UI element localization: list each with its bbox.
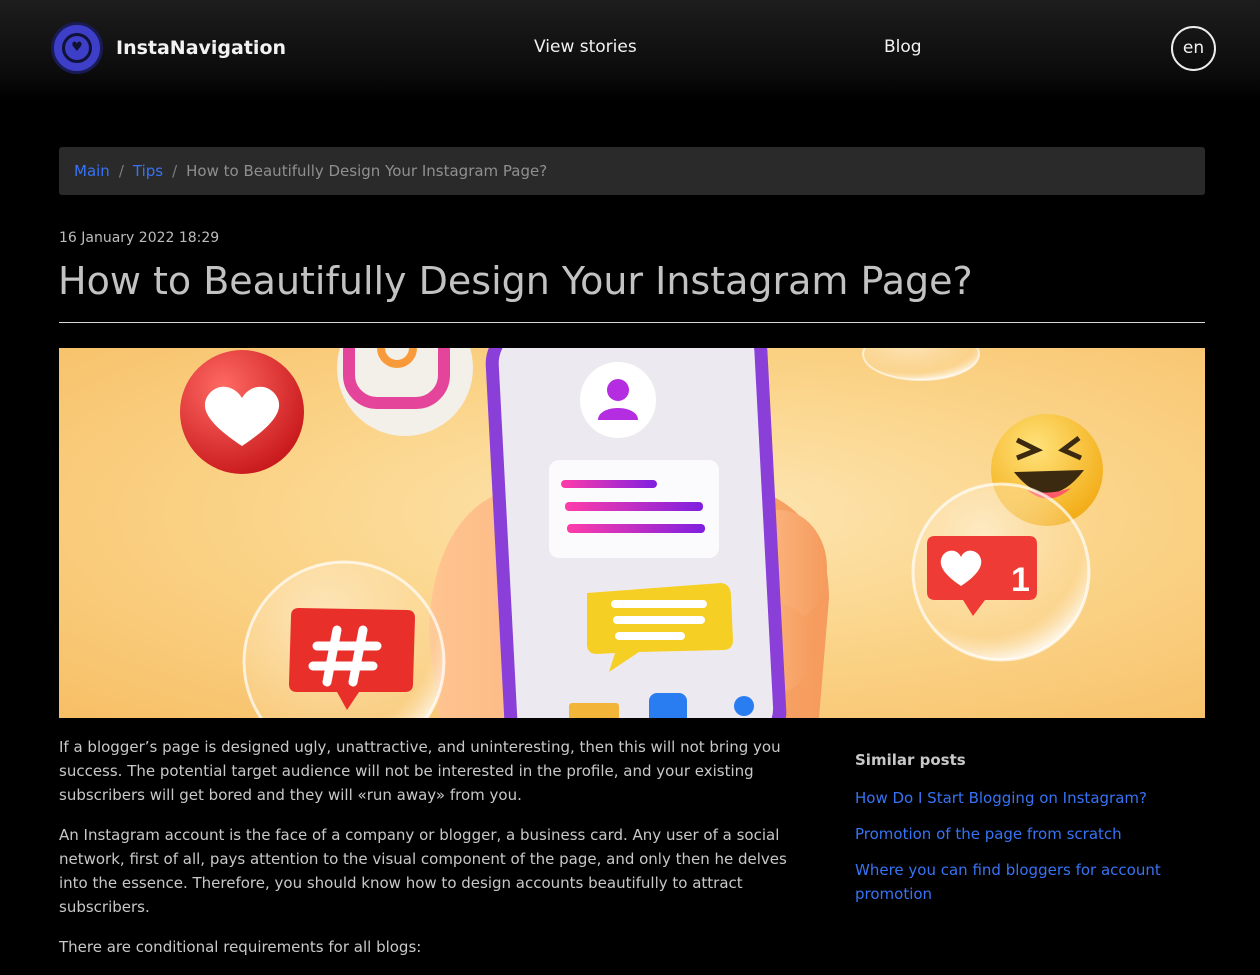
article-title: How to Beautifully Design Your Instagram… <box>58 259 973 303</box>
article-hero-image: 1 <box>59 348 1205 718</box>
similar-post-link[interactable]: Promotion of the page from scratch <box>855 825 1122 843</box>
instagram-logo-icon <box>337 348 473 436</box>
small-bubble-icon <box>862 348 980 381</box>
nav-view-stories-link[interactable]: View stories <box>534 37 637 57</box>
list-item: Where you can find bloggers for account … <box>855 858 1185 906</box>
similar-posts-heading: Similar posts <box>855 751 966 769</box>
breadcrumb-separator: / <box>172 162 178 180</box>
language-switch-button[interactable]: en <box>1171 26 1216 71</box>
article-paragraph: If a blogger’s page is designed ugly, un… <box>59 738 781 804</box>
breadcrumb: Main / Tips / How to Beautifully Design … <box>59 147 1205 195</box>
breadcrumb-separator: / <box>118 162 124 180</box>
article-paragraph: An Instagram account is the face of a co… <box>59 826 787 916</box>
title-divider <box>59 322 1205 323</box>
similar-post-link[interactable]: How Do I Start Blogging on Instagram? <box>855 789 1147 807</box>
brand-logo-link[interactable]: InstaNavigation <box>51 22 286 74</box>
heart-target-logo-icon <box>51 22 103 74</box>
article-date: 16 January 2022 18:29 <box>59 230 220 246</box>
list-item: How Do I Start Blogging on Instagram? <box>855 786 1185 810</box>
top-navigation-bar: InstaNavigation View stories Blog en <box>0 0 1260 100</box>
similar-posts-sidebar: Similar posts How Do I Start Blogging on… <box>855 751 1185 918</box>
like-count-text: 1 <box>1011 561 1030 599</box>
breadcrumb-main-link[interactable]: Main <box>74 162 110 180</box>
hashtag-bubble-icon <box>242 560 446 718</box>
list-item: Promotion of the page from scratch <box>855 822 1185 846</box>
article-paragraph: There are conditional requirements for a… <box>59 938 422 956</box>
similar-posts-list: How Do I Start Blogging on Instagram? Pr… <box>855 786 1185 906</box>
nav-blog-link[interactable]: Blog <box>884 37 922 57</box>
article-body: If a blogger’s page is designed ugly, un… <box>59 735 799 975</box>
smartphone-icon <box>485 348 787 718</box>
breadcrumb-current-page: How to Beautifully Design Your Instagram… <box>186 162 548 180</box>
like-notification-bubble-icon: 1 <box>911 482 1091 662</box>
heart-bubble-icon <box>180 350 304 474</box>
similar-post-link[interactable]: Where you can find bloggers for account … <box>855 861 1161 903</box>
breadcrumb-tips-link[interactable]: Tips <box>133 162 163 180</box>
brand-name: InstaNavigation <box>116 37 287 59</box>
